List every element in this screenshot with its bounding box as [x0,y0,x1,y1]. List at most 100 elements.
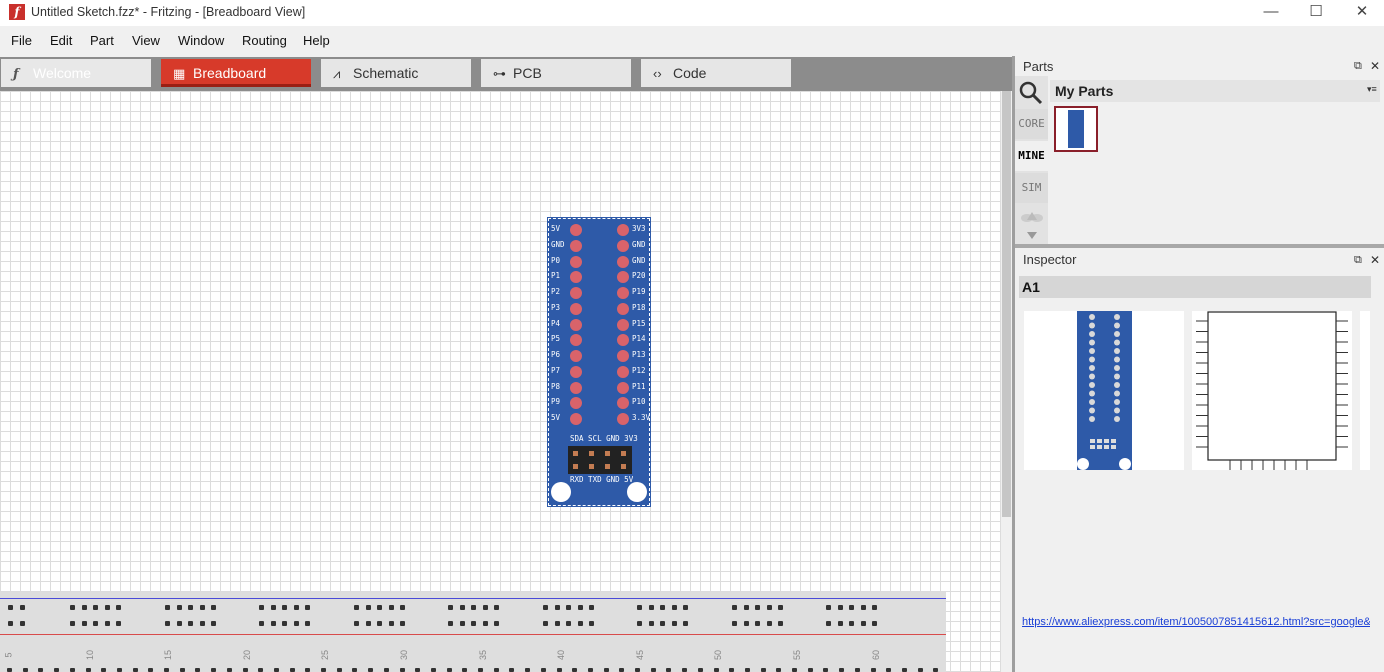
breadboard-hole[interactable] [69,668,75,672]
pin[interactable] [617,318,629,331]
breadboard-hole[interactable] [104,605,110,610]
breadboard-hole[interactable] [650,668,656,672]
breadboard-hole[interactable] [388,621,394,626]
breadboard-hole[interactable] [259,605,264,610]
breadboard-hole[interactable] [671,621,677,626]
pin[interactable] [617,302,629,315]
breadboard-hole[interactable] [430,668,436,672]
breadboard-hole[interactable] [482,621,488,626]
pin[interactable] [617,413,629,425]
breadboard-hole[interactable] [660,621,665,626]
breadboard-hole[interactable] [482,605,488,610]
fritzing-app-icon[interactable]: f [9,4,25,20]
breadboard-hole[interactable] [766,605,772,610]
breadboard-hole[interactable] [478,668,483,672]
breadboard-hole[interactable] [729,668,735,672]
pin[interactable] [570,224,582,236]
menu-file[interactable]: File [11,33,32,48]
breadboard-hole[interactable] [744,668,750,672]
tab-breadboard[interactable]: ▦ Breadboard [161,59,311,87]
breadboard-hole[interactable] [399,668,405,672]
breadboard-hole[interactable] [839,668,845,672]
pin[interactable] [617,381,629,394]
breadboard-hole[interactable] [446,668,452,672]
breadboard-hole[interactable] [760,668,766,672]
breadboard-hole[interactable] [188,605,193,610]
breadboard-hole[interactable] [116,605,121,610]
header-pin[interactable] [587,449,596,458]
breadboard-hole[interactable] [860,621,866,626]
breadboard-hole[interactable] [132,668,138,672]
breadboard-hole[interactable] [321,668,326,672]
breadboard-hole[interactable] [589,605,594,610]
breadboard-hole[interactable] [755,605,760,610]
breadboard-hole[interactable] [179,668,185,672]
scrollbar-thumb[interactable] [1002,91,1011,517]
breadboard-hole[interactable] [70,605,75,610]
breadboard-hole[interactable] [148,668,154,672]
pin[interactable] [570,318,582,331]
breadboard-hole[interactable] [19,621,25,626]
breadboard-hole[interactable] [448,605,453,610]
float-panel-icon[interactable]: ⧉ [1354,60,1362,73]
breadboard-hole[interactable] [448,621,453,626]
bin-part-thumbnail[interactable] [1054,106,1098,152]
bin-scroll-arrows-icon[interactable] [1018,210,1046,240]
pin[interactable] [617,239,629,252]
breadboard-hole[interactable] [671,605,677,610]
breadboard-hole[interactable] [648,605,654,610]
breadboard-hole[interactable] [837,621,843,626]
breadboard-hole[interactable] [70,621,75,626]
breadboard-hole[interactable] [377,621,382,626]
breadboard-hole[interactable] [336,668,342,672]
breadboard-hole[interactable] [619,668,625,672]
breadboard-hole[interactable] [494,605,499,610]
breadboard-hole[interactable] [933,668,939,672]
breadboard-hole[interactable] [493,668,499,672]
header-pin[interactable] [619,462,628,471]
breadboard-hole[interactable] [354,605,359,610]
menu-edit[interactable]: Edit [50,33,72,48]
search-icon[interactable] [1018,80,1044,106]
breadboard-hole[interactable] [778,605,783,610]
breadboard-hole[interactable] [293,605,299,610]
pin[interactable] [617,365,629,378]
breadboard-hole[interactable] [826,605,831,610]
breadboard-hole[interactable] [917,668,923,672]
breadboard-hole[interactable] [635,668,640,672]
breadboard-hole[interactable] [543,605,548,610]
breadboard-hole[interactable] [38,668,44,672]
breadboard-hole[interactable] [901,668,907,672]
breadboard-hole[interactable] [8,605,13,610]
breadboard-hole[interactable] [683,621,688,626]
tab-pcb[interactable]: ⊶ PCB [481,59,631,87]
breadboard-hole[interactable] [682,668,688,672]
breadboard-hole[interactable] [603,668,609,672]
header-pin[interactable] [619,449,628,458]
breadboard-hole[interactable] [93,605,98,610]
breadboard-hole[interactable] [165,621,170,626]
pin[interactable] [617,255,629,268]
breadboard-hole[interactable] [195,668,201,672]
pin[interactable] [570,255,582,268]
breadboard-hole[interactable] [471,621,476,626]
breadboard-hole[interactable] [368,668,374,672]
close-panel-icon[interactable]: ✕ [1370,59,1380,73]
breadboard-hole[interactable] [860,605,866,610]
breadboard-hole[interactable] [22,668,28,672]
breadboard-hole[interactable] [572,668,578,672]
breadboard-hole[interactable] [273,668,279,672]
breadboard-hole[interactable] [270,605,276,610]
breadboard-hole[interactable] [305,621,310,626]
breadboard-hole[interactable] [792,668,797,672]
breadboard[interactable] [0,592,946,672]
breadboard-hole[interactable] [778,621,783,626]
breadboard-hole[interactable] [648,621,654,626]
breadboard-hole[interactable] [176,621,182,626]
breadboard-hole[interactable] [101,668,107,672]
bin-tab-core[interactable]: CORE [1015,109,1048,139]
breadboard-hole[interactable] [383,668,389,672]
pin[interactable] [617,350,629,362]
breadboard-hole[interactable] [854,668,860,672]
minimize-button[interactable]: — [1248,0,1294,26]
